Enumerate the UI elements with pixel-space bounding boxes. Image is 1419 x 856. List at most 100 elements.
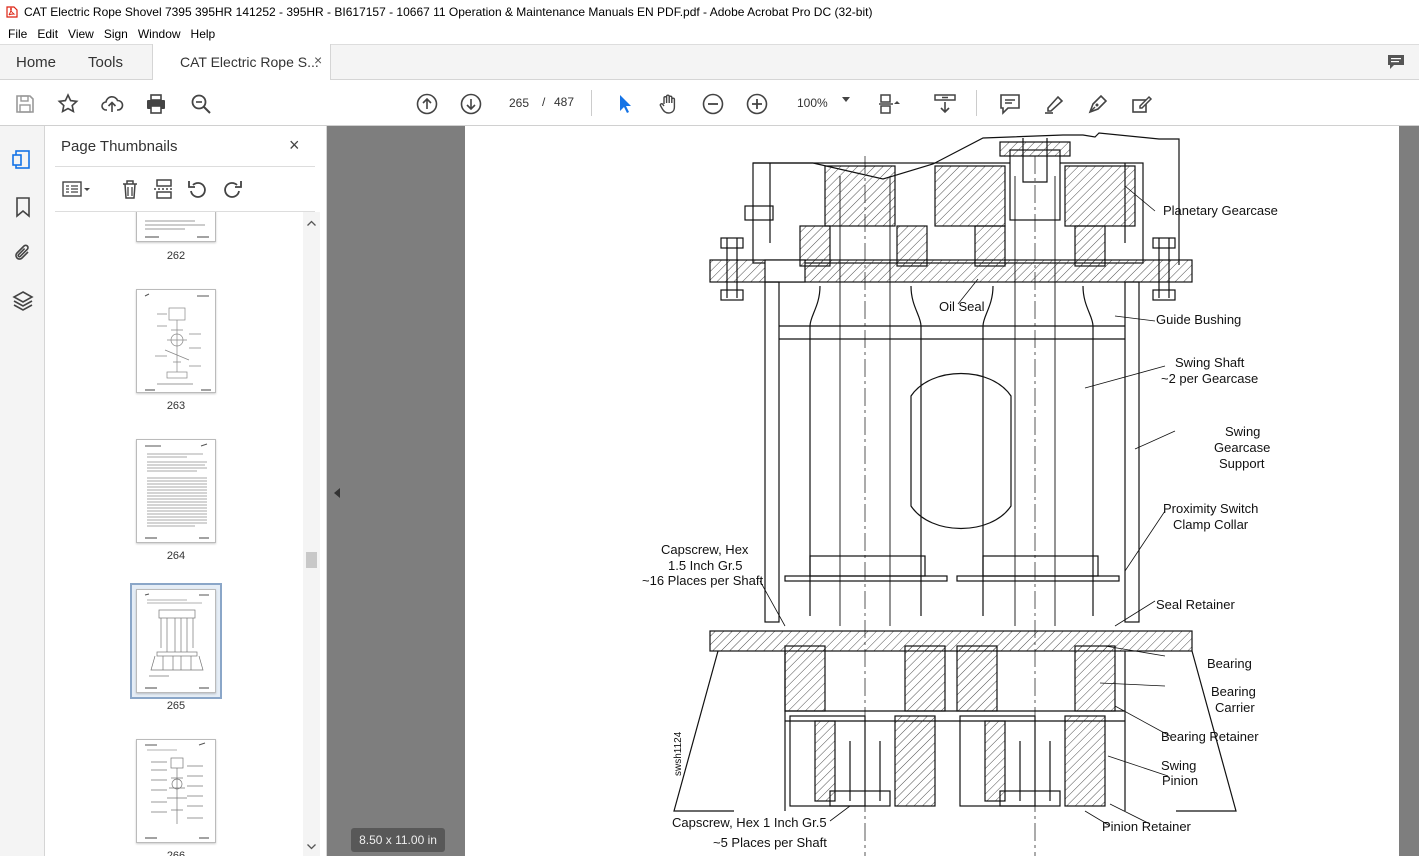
scroll-down-icon[interactable]	[307, 844, 316, 850]
thumbnail-panel: Page Thumbnails × 262 263 264 265 266	[45, 126, 327, 856]
previous-page-icon[interactable]	[415, 92, 439, 116]
label-seal-retainer: Seal Retainer	[1156, 597, 1235, 612]
thumbnail-page[interactable]	[136, 212, 216, 242]
label-bearing-carrier-2: Carrier	[1215, 700, 1255, 715]
label-bearing-retainer: Bearing Retainer	[1161, 729, 1259, 744]
edit-stamp-icon[interactable]	[1130, 92, 1154, 116]
drawing-id: swsh1124	[673, 731, 684, 776]
label-swing-shaft: Swing Shaft	[1175, 355, 1245, 370]
thumbnail-list: 262 263 264 265 266	[55, 212, 307, 856]
comment-icon[interactable]	[998, 92, 1022, 116]
menu-help[interactable]: Help	[186, 27, 221, 41]
save-icon[interactable]	[13, 92, 37, 116]
swing-gearcase-drawing: Planetary Gearcase Oil Seal Guide Bushin…	[642, 132, 1278, 856]
thumbnail-scrollbar[interactable]	[303, 212, 320, 856]
label-planetary-gearcase: Planetary Gearcase	[1163, 203, 1278, 218]
scroll-up-icon[interactable]	[307, 220, 316, 226]
rotate-counterclockwise-icon[interactable]	[187, 178, 209, 200]
comment-bubble-icon[interactable]	[1386, 53, 1406, 71]
page-size-badge: 8.50 x 11.00 in	[351, 828, 445, 852]
menu-file[interactable]: File	[3, 27, 32, 41]
next-page-icon[interactable]	[459, 92, 483, 116]
attachment-icon[interactable]	[11, 241, 35, 265]
menu-sign[interactable]: Sign	[99, 27, 133, 41]
panel-close-icon[interactable]: ×	[289, 135, 300, 156]
tab-tools[interactable]: Tools	[88, 54, 123, 71]
label-swing-shaft-qty: ~2 per Gearcase	[1161, 371, 1258, 386]
page-total: 487	[554, 95, 575, 109]
window-title: CAT Electric Rope Shovel 7395 395HR 1412…	[24, 5, 873, 19]
zoom-level-select[interactable]: 100%	[790, 91, 858, 115]
pdf-page: Planetary Gearcase Oil Seal Guide Bushin…	[465, 126, 1399, 856]
acrobat-icon	[6, 6, 18, 18]
label-bearing: Bearing	[1207, 656, 1252, 671]
thumbnail-label: 264	[166, 550, 186, 562]
left-rail	[0, 126, 45, 856]
select-cursor-icon[interactable]	[613, 92, 637, 116]
menu-view[interactable]: View	[63, 27, 99, 41]
hand-tool-icon[interactable]	[657, 92, 681, 116]
scrollbar-thumb[interactable]	[306, 552, 317, 568]
label-capscrew-1-1: Capscrew, Hex 1 Inch Gr.5	[672, 815, 827, 830]
label-capscrew-15-3: ~16 Places per Shaft	[642, 573, 763, 588]
zoom-out-icon[interactable]	[701, 92, 725, 116]
tab-bar: Home Tools CAT Electric Rope S... ×	[0, 44, 1419, 81]
thumbnail-page[interactable]	[136, 739, 216, 843]
extract-pages-icon[interactable]	[153, 178, 175, 200]
panel-toolbar	[55, 176, 315, 204]
menu-edit[interactable]: Edit	[32, 27, 63, 41]
thumbnail-label: 266	[166, 850, 186, 856]
title-bar: CAT Electric Rope Shovel 7395 395HR 1412…	[0, 0, 1419, 24]
highlight-pen-icon[interactable]	[1042, 92, 1066, 116]
page-number-input[interactable]: 265	[501, 90, 537, 114]
zoom-in-icon[interactable]	[745, 92, 769, 116]
tab-close-icon[interactable]: ×	[314, 52, 322, 68]
tab-home[interactable]: Home	[16, 54, 56, 71]
label-swing-pinion-2: Pinion	[1162, 773, 1198, 788]
label-swing-support-1: Swing	[1225, 424, 1260, 439]
label-swing-support-3: Support	[1219, 456, 1265, 471]
thumbnail-page[interactable]	[136, 439, 216, 543]
menu-window[interactable]: Window	[133, 27, 186, 41]
layers-icon[interactable]	[11, 289, 35, 313]
chevron-down-icon[interactable]	[842, 97, 850, 103]
panel-divider	[55, 166, 315, 167]
thumbnail-label: 263	[166, 400, 186, 412]
tab-document[interactable]: CAT Electric Rope S... ×	[152, 44, 331, 81]
menu-bar: File Edit View Sign Window Help	[0, 24, 1419, 44]
collapse-panel-icon[interactable]	[333, 487, 341, 499]
thumbnail-page-current[interactable]	[136, 589, 216, 693]
thumbnail-label: 265	[166, 700, 186, 712]
thumbnail-page[interactable]	[136, 289, 216, 393]
delete-trash-icon[interactable]	[119, 178, 141, 200]
label-capscrew-15-2: 1.5 Inch Gr.5	[668, 558, 742, 573]
label-clamp-collar: Clamp Collar	[1173, 517, 1249, 532]
page-layout-icon[interactable]	[877, 92, 901, 116]
label-swing-support-2: Gearcase	[1214, 440, 1270, 455]
toolbar: 265 / 487 100%	[0, 80, 1419, 126]
label-oil-seal: Oil Seal	[939, 299, 985, 314]
bookmark-icon[interactable]	[11, 195, 35, 219]
acrobat-window: CAT Electric Rope Shovel 7395 395HR 1412…	[0, 0, 1419, 856]
toolbar-divider	[591, 90, 592, 116]
page-thumbnails-icon[interactable]	[11, 148, 35, 172]
toolbar-divider	[976, 90, 977, 116]
document-viewport[interactable]: Planetary Gearcase Oil Seal Guide Bushin…	[327, 126, 1419, 856]
star-bookmark-icon[interactable]	[56, 92, 80, 116]
label-proximity-switch: Proximity Switch	[1163, 501, 1258, 516]
label-capscrew-1-2: ~5 Places per Shaft	[713, 835, 827, 850]
label-bearing-carrier-1: Bearing	[1211, 684, 1256, 699]
label-pinion-retainer: Pinion Retainer	[1102, 819, 1192, 834]
scroll-mode-icon[interactable]	[933, 92, 957, 116]
viewport-margin	[1399, 126, 1419, 856]
upload-cloud-icon[interactable]	[100, 92, 124, 116]
thumbnail-label: 262	[166, 250, 186, 262]
options-menu-icon[interactable]	[61, 178, 91, 200]
label-swing-pinion-1: Swing	[1161, 758, 1196, 773]
zoom-search-icon[interactable]	[189, 92, 213, 116]
label-capscrew-15-1: Capscrew, Hex	[661, 542, 749, 557]
sign-pen-icon[interactable]	[1086, 92, 1110, 116]
panel-title: Page Thumbnails	[61, 138, 178, 155]
rotate-clockwise-icon[interactable]	[221, 178, 243, 200]
print-icon[interactable]	[144, 92, 168, 116]
